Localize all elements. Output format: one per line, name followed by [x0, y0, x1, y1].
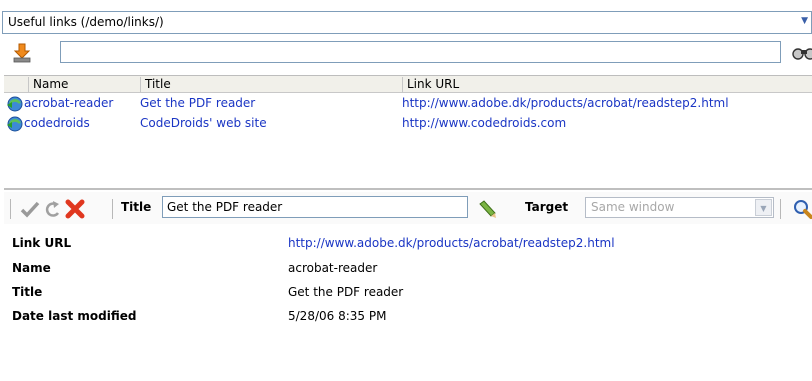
list-item[interactable]: codedroids CodeDroids' web site http://w… [4, 114, 812, 133]
detail-value-title: Get the PDF reader [288, 285, 404, 299]
column-name-header[interactable]: Name [28, 77, 145, 93]
chevron-down-icon[interactable]: ▼ [755, 199, 772, 216]
detail-value-link-url[interactable]: http://www.adobe.dk/products/acrobat/rea… [288, 236, 615, 250]
chevron-down-icon[interactable]: ▼ [801, 16, 808, 26]
list-item[interactable]: acrobat-reader Get the PDF reader http:/… [4, 94, 812, 113]
toolbar-separator [112, 199, 113, 219]
row-name[interactable]: acrobat-reader [24, 96, 113, 110]
title-input[interactable]: Get the PDF reader [162, 196, 468, 218]
list-divider[interactable] [4, 188, 812, 190]
magnifier-icon[interactable] [792, 198, 812, 220]
toolbar-separator [780, 199, 781, 219]
detail-label-date-modified: Date last modified [12, 309, 137, 323]
detail-label-name: Name [12, 261, 51, 275]
delete-icon[interactable] [64, 198, 86, 220]
detail-label-link-url: Link URL [12, 236, 72, 250]
row-title[interactable]: Get the PDF reader [140, 96, 255, 110]
column-title-header[interactable]: Title [140, 77, 407, 93]
detail-value-name: acrobat-reader [288, 261, 378, 275]
checkmark-icon[interactable] [20, 199, 40, 219]
detail-label-title: Title [12, 285, 43, 299]
row-url[interactable]: http://www.codedroids.com [402, 116, 566, 130]
target-label: Target [525, 200, 569, 214]
pencil-icon[interactable] [476, 198, 498, 220]
download-icon[interactable] [12, 43, 32, 63]
folder-select[interactable]: Useful links (/demo/links/) ▼ [2, 11, 812, 34]
column-url-header[interactable]: Link URL [402, 77, 812, 93]
row-name[interactable]: codedroids [24, 116, 90, 130]
target-select[interactable]: Same window ▼ [585, 197, 774, 218]
title-label: Title [121, 200, 152, 214]
row-title[interactable]: CodeDroids' web site [140, 116, 267, 130]
list-header: Name Title Link URL [4, 75, 812, 93]
link-icon [6, 95, 23, 112]
search-input[interactable] [60, 41, 781, 63]
toolbar-separator [10, 199, 11, 219]
title-input-value: Get the PDF reader [167, 200, 283, 214]
target-select-value: Same window [591, 200, 675, 214]
link-icon [6, 115, 23, 132]
detail-value-date-modified: 5/28/06 8:35 PM [288, 309, 387, 323]
folder-select-value: Useful links (/demo/links/) [8, 15, 164, 29]
binoculars-icon[interactable] [790, 45, 812, 61]
row-url[interactable]: http://www.adobe.dk/products/acrobat/rea… [402, 96, 729, 110]
revert-icon[interactable] [42, 199, 62, 219]
